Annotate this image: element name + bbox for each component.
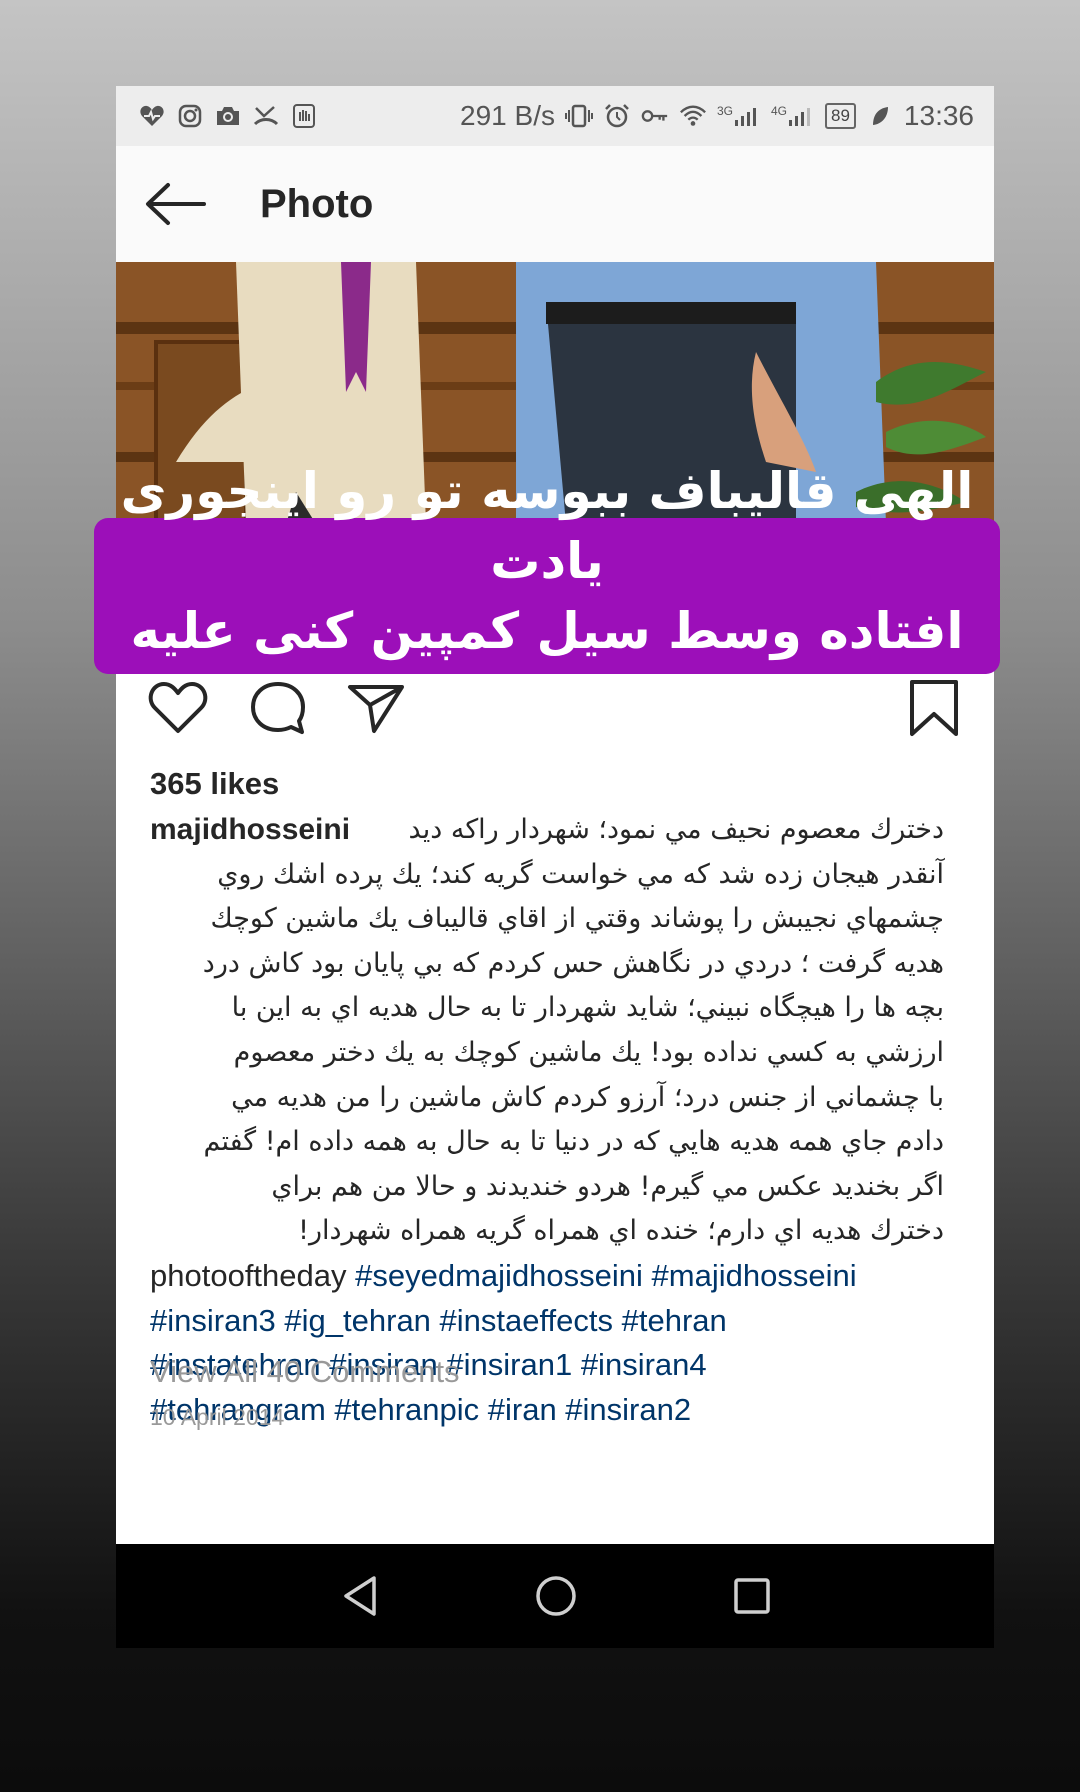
caption-line-3: چشمهاي نجيبش را پوشاند وقتي از اقاي قالي…	[210, 903, 944, 935]
signal-3g: 3G	[717, 104, 761, 128]
nav-back-button[interactable]	[330, 1566, 390, 1626]
health-icon	[138, 102, 166, 130]
post-username[interactable]: majidhosseini	[150, 808, 350, 853]
overlay-text-banner: الهی قالیباف ببوسه تو رو اینجوری یادت اف…	[94, 462, 1000, 730]
android-nav-bar	[116, 1544, 994, 1648]
banner-line-1: الهی قالیباف ببوسه تو رو اینجوری یادت	[120, 462, 974, 590]
phone-screen: 291 B/s 3G 4G 89 13:36 Photo 365 likes m…	[116, 86, 994, 1648]
leaf-icon	[866, 102, 894, 130]
caption-line-9: اگر بخنديد عكس مي گيرم! هردو خنديدند و ح…	[271, 1170, 944, 1202]
alarm-icon	[603, 102, 631, 130]
caption-line-6: ارزشي به كسي نداده بود! يك ماشين كوچك به…	[233, 1036, 944, 1068]
nav-back-icon	[344, 1576, 376, 1616]
caption-first-line: majidhosseini دخترك معصوم نحيف مي نمود؛ …	[150, 808, 980, 853]
missed-call-icon	[252, 102, 280, 130]
arrow-left-icon	[146, 183, 206, 225]
clock: 13:36	[903, 100, 974, 131]
signal-icon-2	[789, 108, 810, 126]
nav-recents-button[interactable]	[722, 1566, 782, 1626]
hashtag-line-1: photooftheday #seyedmajidhosseini #majid…	[150, 1254, 980, 1299]
caption-line-2: آنقدر هيجان زده شد كه مي خواست گريه كند؛…	[217, 858, 944, 890]
banner-line-2: افتاده وسط سیل کمپین کنی علیه حسن	[130, 602, 964, 730]
status-right: 291 B/s 3G 4G 89 13:36	[460, 100, 974, 132]
app-header: Photo	[116, 146, 994, 262]
camera-icon	[214, 102, 242, 130]
back-button[interactable]	[144, 174, 234, 234]
nav-home-button[interactable]	[526, 1566, 586, 1626]
signal-icon	[734, 108, 756, 126]
hashtag-plain: photooftheday	[150, 1257, 347, 1293]
caption-line-4: هديه گرفت ؛ دردي در نگاهش حس كردم كه بي …	[202, 947, 944, 979]
hashtag-line-2[interactable]: #insiran3 #ig_tehran #instaeffects #tehr…	[150, 1299, 980, 1344]
caption-line-10: دخترك هديه اي دارم؛ خنده اي همراه گريه ه…	[298, 1215, 944, 1247]
caption-line-5: بچه ها را هيچگاه نبيني؛ شايد شهردار تا ب…	[231, 992, 944, 1024]
instagram-icon	[176, 102, 204, 130]
post-date: 10 April 2014	[150, 1404, 285, 1430]
caption-line-7: با چشماني از جنس درد؛ آرزو كردم كاش ماشي…	[231, 1081, 944, 1113]
page-title: Photo	[260, 181, 374, 226]
caption-line-8: دادم جاي همه هديه هايي كه در دنيا تا به …	[203, 1126, 944, 1158]
view-comments-link[interactable]: View All 40 Comments	[150, 1354, 460, 1390]
wifi-icon	[679, 102, 707, 130]
network-speed: 291 B/s	[460, 100, 555, 131]
status-bar: 291 B/s 3G 4G 89 13:36	[116, 86, 994, 146]
caption-line-1: دخترك معصوم نحيف مي نمود؛ شهردار راكه دي…	[408, 814, 944, 845]
likes-count[interactable]: 365 likes	[150, 766, 279, 802]
hashtag-links-1[interactable]: #seyedmajidhosseini #majidhosseini	[355, 1258, 856, 1293]
signal-4g: 4G	[771, 104, 815, 128]
nav-home-icon	[536, 1576, 576, 1616]
battery-indicator: 89	[825, 103, 856, 129]
status-left-icons	[138, 102, 318, 130]
hand-icon	[290, 102, 318, 130]
vibrate-icon	[564, 102, 593, 130]
nav-recents-icon	[734, 1578, 770, 1614]
post-caption: majidhosseini دخترك معصوم نحيف مي نمود؛ …	[150, 808, 980, 1432]
key-icon	[641, 102, 669, 130]
